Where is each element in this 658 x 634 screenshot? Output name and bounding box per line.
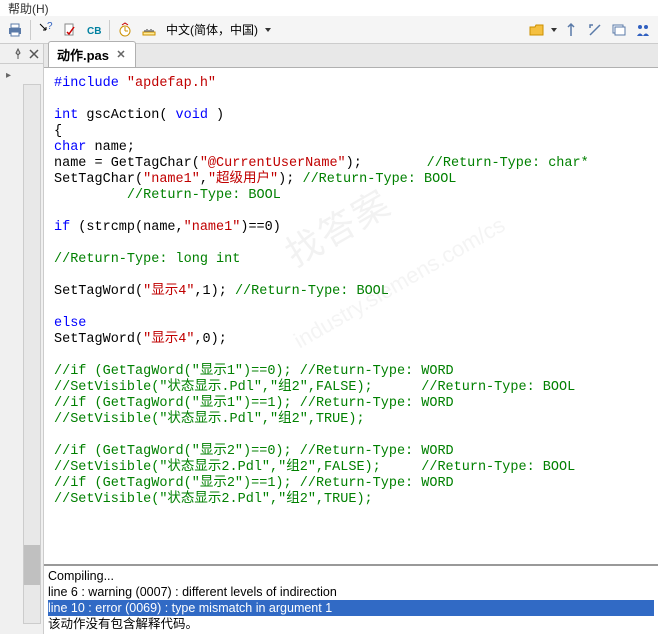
help-arrow-icon[interactable]: ? xyxy=(35,19,57,41)
output-line: 该动作没有包含解释代码。 xyxy=(48,616,654,632)
print-icon[interactable] xyxy=(4,19,26,41)
toolbar: ? CB 中文(简体，中国) xyxy=(0,16,658,44)
cb-icon[interactable]: CB xyxy=(83,19,105,41)
lang-selector[interactable]: 中文(简体，中国) xyxy=(162,21,262,38)
file-tab[interactable]: 动作.pas ✕ xyxy=(48,41,136,67)
folder-dropdown-icon[interactable] xyxy=(550,22,558,38)
output-line: Compiling... xyxy=(48,568,654,584)
menu-bar: 帮助(H) xyxy=(0,0,658,16)
tool2-icon[interactable] xyxy=(584,19,606,41)
pin-icon[interactable] xyxy=(11,47,25,61)
folder-icon[interactable] xyxy=(526,19,548,41)
doc-check-icon[interactable] xyxy=(59,19,81,41)
window-icon[interactable] xyxy=(608,19,630,41)
clock-icon[interactable] xyxy=(114,19,136,41)
side-panel: ▸ xyxy=(0,44,44,634)
tool1-icon[interactable] xyxy=(560,19,582,41)
code-editor[interactable]: #include "apdefap.h" int gscAction( void… xyxy=(44,68,658,564)
tab-title: 动作.pas xyxy=(57,45,109,64)
people-icon[interactable] xyxy=(632,19,654,41)
svg-text:CB: CB xyxy=(87,26,101,37)
output-line-selected[interactable]: line 10 : error (0069) : type mismatch i… xyxy=(48,600,654,616)
tab-bar: 动作.pas ✕ xyxy=(44,44,658,68)
close-panel-icon[interactable] xyxy=(27,47,41,61)
lang-dropdown-icon[interactable] xyxy=(264,22,272,38)
nav-expand-icon[interactable]: ▸ xyxy=(4,68,39,83)
output-panel: Compiling... line 6 : warning (0007) : d… xyxy=(44,564,658,634)
scrollbar[interactable] xyxy=(23,84,41,624)
output-line: line 6 : warning (0007) : different leve… xyxy=(48,584,654,600)
menu-help[interactable]: 帮助(H) xyxy=(8,2,49,16)
ruler-icon[interactable] xyxy=(138,19,160,41)
close-icon[interactable]: ✕ xyxy=(115,49,127,61)
svg-text:?: ? xyxy=(47,22,53,32)
